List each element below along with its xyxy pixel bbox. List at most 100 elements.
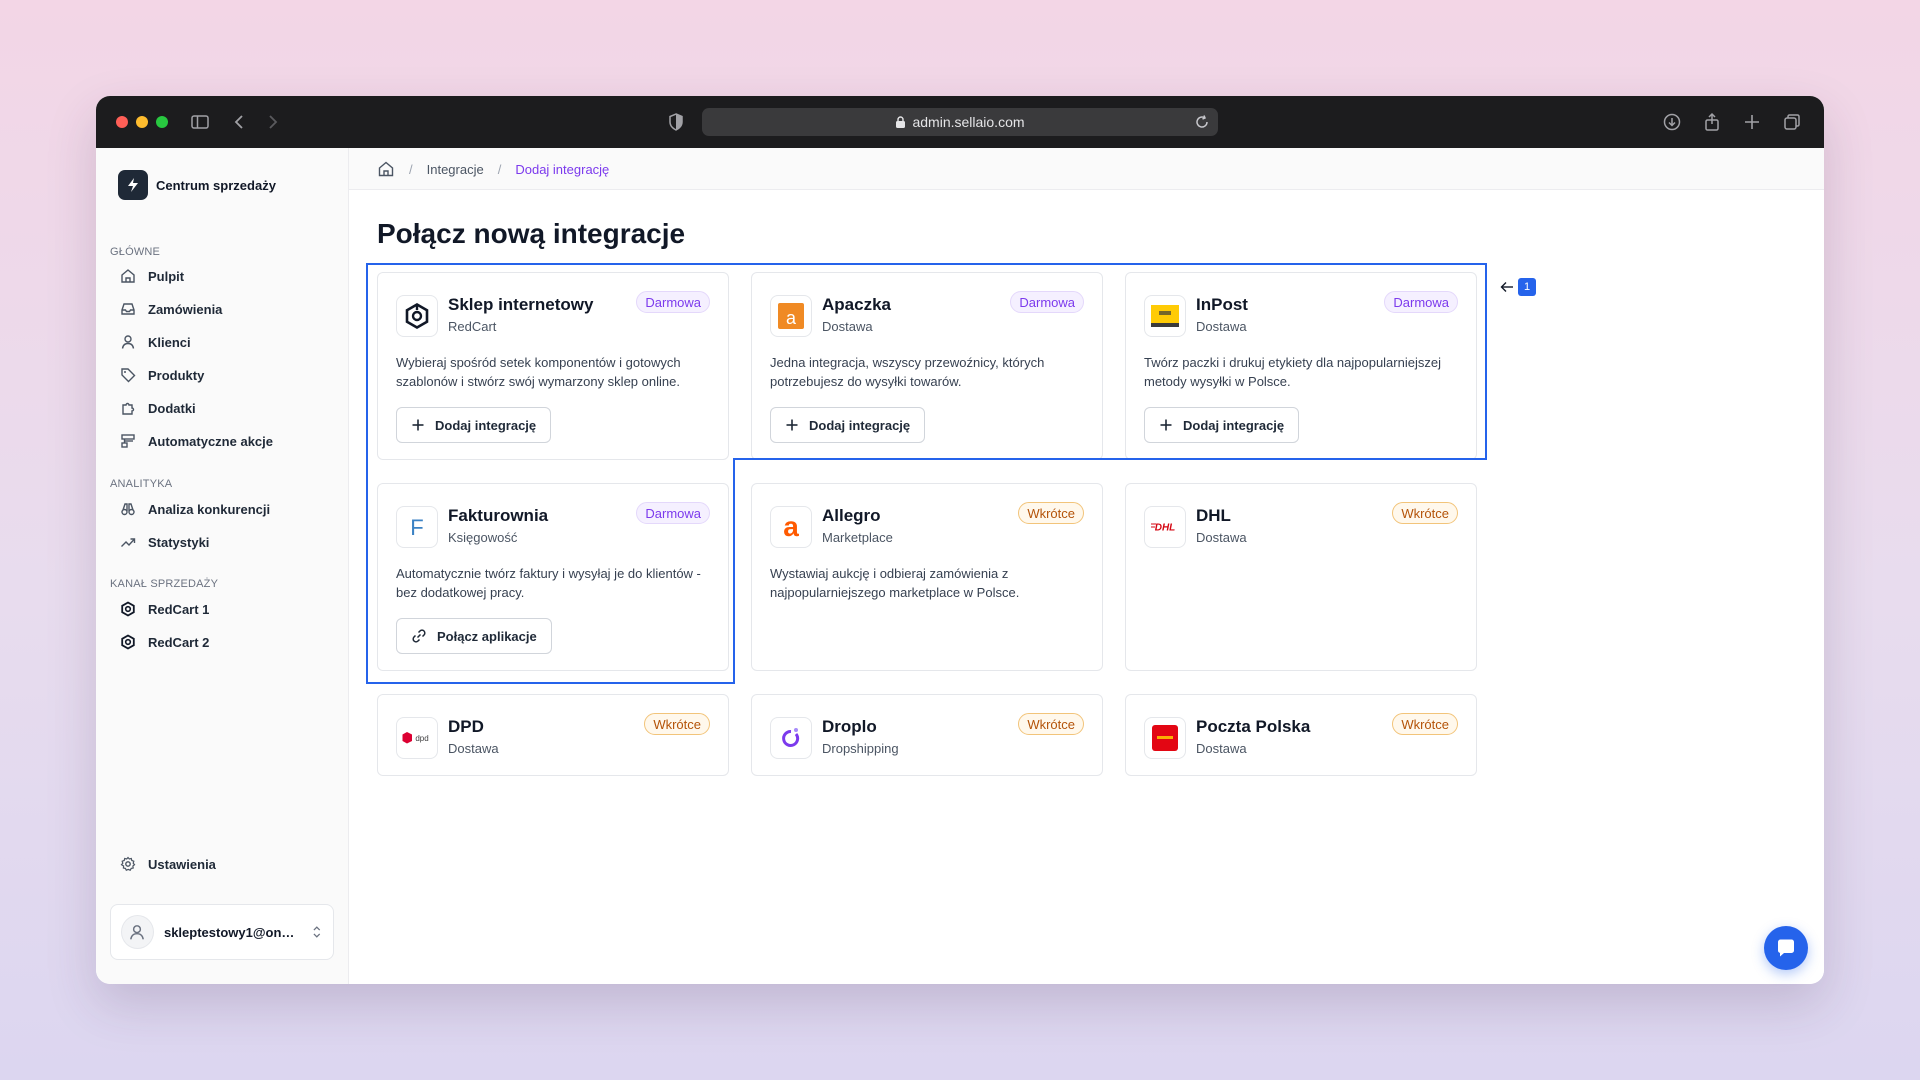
card-subtitle: Dostawa <box>1196 530 1247 545</box>
settings-label: Ustawienia <box>148 856 216 872</box>
poczta-polska-logo-icon <box>1144 717 1186 759</box>
back-arrow-icon[interactable] <box>230 112 250 132</box>
window-controls <box>116 116 168 128</box>
card-subtitle: Dropshipping <box>822 741 899 756</box>
card-subtitle: Dostawa <box>822 319 873 334</box>
dhl-logo-icon: DHL <box>1144 506 1186 548</box>
button-label: Dodaj integrację <box>809 417 911 433</box>
svg-text:F: F <box>410 515 423 540</box>
brand[interactable]: Centrum sprzedaży <box>118 170 276 200</box>
sidebar-toggle-icon[interactable] <box>190 112 210 132</box>
new-tab-plus-icon[interactable] <box>1742 112 1762 132</box>
annotation-marker: 1 <box>1500 278 1536 296</box>
add-integration-button[interactable]: Dodaj integrację <box>396 407 552 443</box>
close-window-button[interactable] <box>116 116 128 128</box>
allegro-logo-icon: a <box>770 506 812 548</box>
reload-icon[interactable] <box>1194 114 1210 133</box>
minimize-window-button[interactable] <box>136 116 148 128</box>
sidebar-item-automatyczne-akcje[interactable]: Automatyczne akcje <box>120 430 273 452</box>
status-badge: Wkrótce <box>1392 713 1458 735</box>
status-badge: Wkrótce <box>1018 502 1084 524</box>
status-badge: Wkrótce <box>644 713 710 735</box>
svg-text:dpd: dpd <box>415 734 428 743</box>
connect-app-button[interactable]: Połącz aplikacje <box>396 618 552 654</box>
card-description: Wybieraj spośród setek komponentów i got… <box>396 355 681 389</box>
breadcrumb-separator: / <box>409 161 413 177</box>
breadcrumb: / Integracje / Dodaj integrację <box>377 160 609 178</box>
card-subtitle: Dostawa <box>1196 741 1247 756</box>
user-email: skleptestowy1@onet.pl <box>163 924 302 940</box>
plus-icon <box>1160 419 1172 431</box>
integration-card-poczta-polska: Poczta Polska Dostawa Wkrótce <box>1125 694 1477 776</box>
droplo-logo-icon <box>770 717 812 759</box>
card-title: Sklep internetowy <box>448 295 594 314</box>
button-label: Dodaj integrację <box>1183 417 1285 433</box>
integration-card-dpd: dpd DPD Dostawa Wkrótce <box>377 694 729 776</box>
status-badge: Darmowa <box>636 502 710 524</box>
svg-text:a: a <box>783 513 799 541</box>
section-label-analytics: ANALITYKA <box>110 478 173 490</box>
status-badge: Darmowa <box>1384 291 1458 313</box>
add-integration-button[interactable]: Dodaj integrację <box>770 407 926 443</box>
sidebar-item-label: Klienci <box>148 334 191 350</box>
sidebar-item-redcart-1[interactable]: RedCart 1 <box>120 598 209 620</box>
breadcrumb-integracje[interactable]: Integracje <box>427 162 484 177</box>
status-badge: Wkrótce <box>1018 713 1084 735</box>
user-account-switcher[interactable]: skleptestowy1@onet.pl <box>110 904 334 960</box>
privacy-shield-icon[interactable] <box>666 112 686 132</box>
puzzle-icon <box>122 402 135 415</box>
sidebar-item-dodatki[interactable]: Dodatki <box>120 397 196 419</box>
plus-icon <box>786 419 798 431</box>
integration-card-allegro: a Allegro Marketplace Wkrótce Wystawiaj … <box>751 483 1103 671</box>
card-subtitle: Dostawa <box>448 741 499 756</box>
home-icon[interactable] <box>377 160 395 178</box>
card-subtitle: RedCart <box>448 319 497 334</box>
sidebar-item-analiza-konkurencji[interactable]: Analiza konkurencji <box>120 498 270 520</box>
forward-arrow-icon[interactable] <box>262 112 282 132</box>
chat-support-button[interactable] <box>1764 926 1808 970</box>
binoculars-icon <box>121 503 135 516</box>
sidebar-item-pulpit[interactable]: Pulpit <box>120 265 184 287</box>
sidebar-item-redcart-2[interactable]: RedCart 2 <box>120 631 209 653</box>
integration-card-inpost: InPost Dostawa Darmowa Twórz paczki i dr… <box>1125 272 1477 460</box>
status-badge: Darmowa <box>1010 291 1084 313</box>
browser-titlebar: admin.sellaio.com <box>96 96 1824 148</box>
trending-up-icon <box>121 538 136 547</box>
tab-overview-icon[interactable] <box>1782 112 1802 132</box>
download-icon[interactable] <box>1662 112 1682 132</box>
sidebar-item-label: Pulpit <box>148 268 185 284</box>
zoom-window-button[interactable] <box>156 116 168 128</box>
card-description: Wystawiaj aukcję i odbieraj zamówienia z… <box>770 566 1020 600</box>
card-subtitle: Dostawa <box>1196 319 1247 334</box>
sidebar-item-label: Statystyki <box>148 534 210 550</box>
redcart-logo-icon <box>396 295 438 337</box>
add-integration-button[interactable]: Dodaj integrację <box>1144 407 1300 443</box>
card-description: Twórz paczki i drukuj etykiety dla najpo… <box>1144 355 1441 389</box>
sidebar-item-zamowienia[interactable]: Zamówienia <box>120 298 222 320</box>
brand-logo-icon <box>118 170 148 200</box>
card-title: Allegro <box>822 506 881 525</box>
fakturownia-logo-icon: F <box>396 506 438 548</box>
section-label-sales-channel: KANAŁ SPRZEDAŻY <box>110 578 219 590</box>
sidebar-item-label: RedCart 2 <box>148 634 210 650</box>
card-title: InPost <box>1196 295 1248 314</box>
workflow-icon <box>121 434 135 448</box>
avatar <box>121 915 154 949</box>
address-bar[interactable]: admin.sellaio.com <box>702 108 1218 136</box>
user-icon <box>121 335 135 349</box>
card-description: Jedna integracja, wszyscy przewoźnicy, k… <box>770 355 1045 389</box>
brand-name: Centrum sprzedaży <box>156 177 276 193</box>
sidebar-item-label: Analiza konkurencji <box>148 501 271 517</box>
sidebar-item-statystyki[interactable]: Statystyki <box>120 531 209 553</box>
sidebar-item-label: RedCart 1 <box>148 601 210 617</box>
sidebar-item-ustawienia[interactable]: Ustawienia <box>120 856 216 872</box>
breadcrumb-dodaj-integracje[interactable]: Dodaj integrację <box>515 162 609 177</box>
redcart-icon <box>121 634 135 650</box>
annotation-highlight-right-edge <box>1485 263 1487 460</box>
card-title: Fakturownia <box>448 506 549 525</box>
share-icon[interactable] <box>1702 112 1722 132</box>
sidebar-item-label: Automatyczne akcje <box>148 433 273 449</box>
svg-text:DHL: DHL <box>1155 523 1176 534</box>
sidebar-item-produkty[interactable]: Produkty <box>120 364 204 386</box>
sidebar-item-klienci[interactable]: Klienci <box>120 331 191 353</box>
